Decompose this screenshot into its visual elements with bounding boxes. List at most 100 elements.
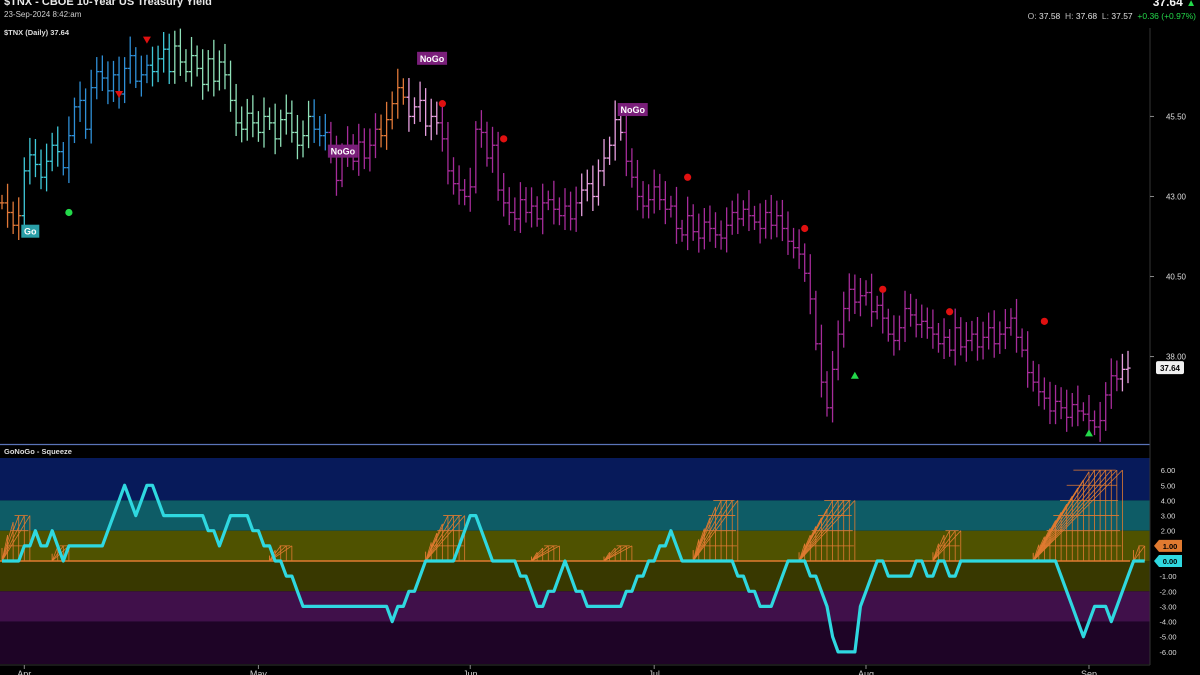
price-bar — [462, 179, 468, 206]
price-bar — [651, 169, 657, 214]
price-bar — [595, 159, 602, 206]
price-bar — [813, 290, 819, 351]
price-bar — [952, 308, 958, 366]
oscillator-band-4 — [0, 591, 1150, 622]
price-bar — [740, 200, 746, 227]
oscillator-tick-label: -6.00 — [1159, 648, 1176, 657]
price-bar — [974, 317, 981, 361]
oscillator-tick-label: 5.00 — [1161, 481, 1176, 490]
price-bar — [891, 315, 897, 356]
price-bar — [1002, 309, 1008, 350]
price-bar — [857, 278, 864, 317]
price-bar — [584, 169, 590, 202]
price-bar — [980, 321, 986, 360]
x-tick-label: Sep — [1081, 669, 1097, 675]
price-bar — [1119, 353, 1126, 392]
price-bar — [1047, 381, 1053, 425]
price-bar — [0, 194, 5, 210]
price-bar — [66, 116, 72, 184]
oscillator-tick-label: -1.00 — [1159, 572, 1176, 581]
price-bar — [718, 220, 724, 250]
oscillator-tick-label: -5.00 — [1159, 633, 1176, 642]
oscillator-tick-label: 6.00 — [1161, 466, 1176, 475]
price-bar — [1064, 389, 1070, 432]
price-bar — [997, 321, 1003, 354]
price-bar — [49, 132, 55, 172]
price-bar — [885, 308, 891, 342]
price-bar — [188, 36, 195, 87]
price-bar — [924, 307, 930, 339]
price-bar — [969, 320, 975, 352]
price-bar — [941, 318, 947, 360]
price-tick-label: 45.50 — [1166, 112, 1187, 121]
price-bar — [919, 304, 925, 338]
price-bar — [1097, 401, 1103, 442]
price-bar — [796, 229, 802, 269]
price-bar — [110, 60, 117, 102]
price-bar — [467, 167, 473, 212]
price-bar — [400, 78, 406, 105]
oscillator-tick-label: 4.00 — [1161, 496, 1176, 505]
price-bar — [551, 180, 557, 225]
price-bar — [768, 194, 774, 240]
price-bar — [27, 137, 33, 185]
price-bar — [367, 128, 373, 172]
price-bar — [227, 60, 234, 112]
price-bar — [244, 98, 250, 141]
price-legend: $TNX (Daily) 37.64 — [4, 28, 70, 37]
price-bar — [122, 57, 128, 104]
price-bar — [239, 106, 245, 143]
price-bar — [1103, 382, 1109, 431]
down-triangle-icon — [115, 91, 124, 99]
price-tick-label: 38.00 — [1166, 353, 1187, 362]
price-bar — [712, 212, 719, 248]
price-bar — [261, 97, 267, 148]
price-bar — [1091, 410, 1098, 436]
price-bar — [32, 139, 39, 178]
price-bar — [751, 205, 758, 230]
oscillator-tick-label: 3.00 — [1161, 512, 1176, 521]
x-tick-label: Aug — [858, 669, 874, 675]
price-bar — [161, 31, 167, 73]
price-bar — [735, 193, 741, 235]
signal-dot — [438, 100, 446, 108]
price-bar — [902, 290, 908, 342]
price-bar — [657, 173, 663, 211]
price-bar — [590, 165, 596, 211]
chart-canvas: 45.50 43.00 40.50 38.00 6.00 5.00 4.00 3.00 2.00… — [0, 28, 1187, 675]
price-bar — [1075, 385, 1081, 427]
price-bar — [60, 141, 66, 176]
price-bar — [908, 293, 914, 327]
price-bar — [372, 113, 379, 159]
price-bar — [852, 274, 858, 314]
price-bar — [250, 95, 256, 138]
price-bar — [679, 219, 685, 242]
price-bar — [779, 199, 785, 242]
price-bar — [450, 157, 457, 195]
signal-dot — [879, 285, 887, 293]
price-bar — [473, 121, 479, 194]
price-bar — [1025, 331, 1031, 388]
price-bar — [38, 149, 44, 190]
price-bar — [896, 315, 903, 351]
price-bar — [763, 199, 769, 239]
price-bar — [138, 55, 144, 97]
price-bar — [685, 196, 691, 251]
price-bar — [930, 309, 936, 349]
up-triangle-icon — [1084, 429, 1093, 437]
price-bar — [94, 57, 100, 100]
price-bar — [205, 50, 211, 92]
price-bar — [579, 173, 585, 217]
price-bar — [289, 100, 295, 143]
price-bar — [434, 101, 440, 135]
price-bar — [874, 295, 880, 320]
oscillator-band-5 — [0, 621, 1150, 664]
oscillator-band-0 — [0, 458, 1150, 501]
price-bar — [913, 298, 919, 338]
signal-dot — [500, 135, 508, 143]
price-bar — [790, 227, 797, 259]
price-bar — [16, 197, 22, 240]
signal-dot — [801, 224, 809, 233]
trend-label: NoGo — [331, 147, 356, 157]
price-bar — [829, 351, 836, 423]
